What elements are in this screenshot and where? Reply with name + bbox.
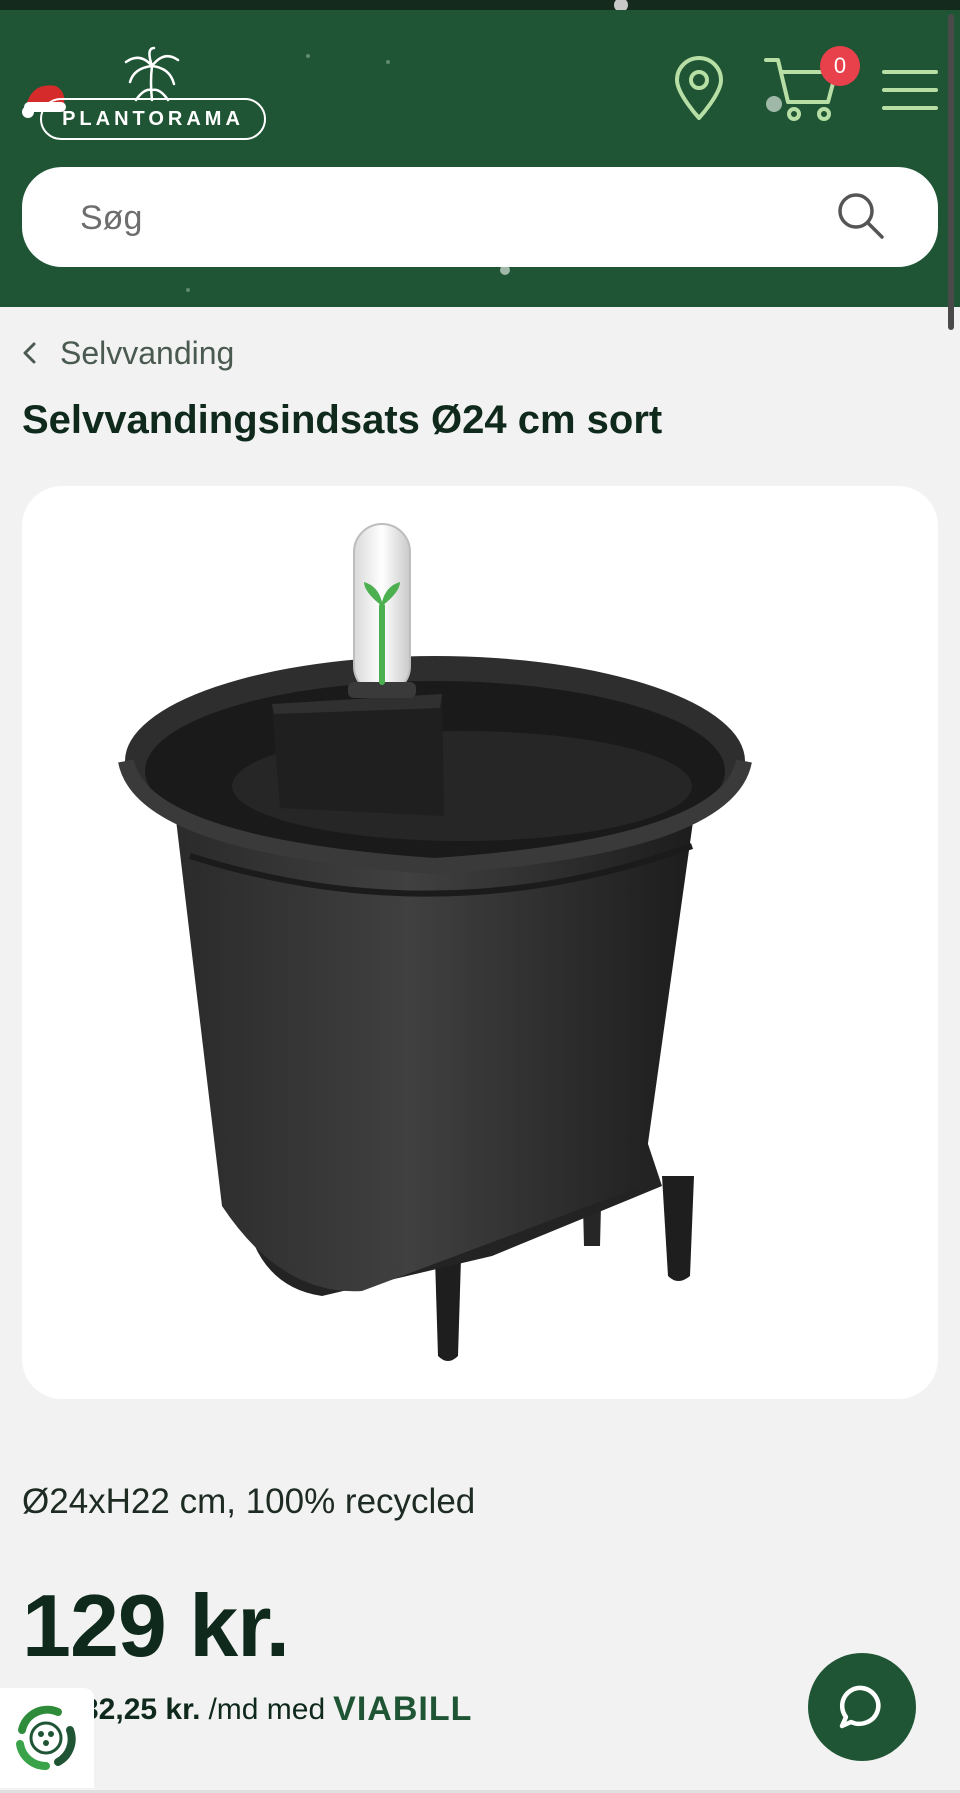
- snow-decoration: [386, 60, 390, 64]
- search-input[interactable]: [78, 191, 782, 245]
- location-pin-icon[interactable]: [673, 56, 725, 122]
- hamburger-menu-icon[interactable]: [882, 66, 938, 114]
- chevron-left-icon: [23, 342, 36, 364]
- viabill-logo: VIABILL: [333, 1690, 473, 1728]
- chat-bubble-icon: [839, 1685, 881, 1729]
- product-image[interactable]: [22, 486, 938, 1399]
- breadcrumb[interactable]: Selvvanding: [22, 330, 234, 376]
- recycle-badge-icon: [16, 1705, 76, 1771]
- product-price: 129 kr.: [22, 1576, 290, 1675]
- site-header: PLANTORAMA 0: [0, 10, 960, 307]
- snow-decoration: [186, 288, 190, 292]
- breadcrumb-label: Selvvanding: [60, 334, 235, 371]
- brand-name: PLANTORAMA: [40, 98, 266, 140]
- search-bar: [22, 167, 938, 267]
- financing-info[interactable]: 32,25 kr. /md med VIABILL: [82, 1690, 472, 1729]
- status-strip: [0, 0, 960, 12]
- snow-decoration: [306, 54, 310, 58]
- search-icon[interactable]: [836, 191, 886, 241]
- finance-text: /md med: [208, 1692, 326, 1726]
- finance-amount: 32,25 kr.: [82, 1692, 201, 1726]
- cart-count-badge: 0: [820, 46, 860, 86]
- palm-logo-icon: [124, 46, 180, 102]
- chat-button[interactable]: [808, 1653, 916, 1761]
- recycle-badge[interactable]: [0, 1688, 94, 1788]
- scrollbar[interactable]: [948, 14, 954, 330]
- product-title: Selvvandingsindsats Ø24 cm sort: [22, 398, 663, 442]
- product-subtitle: Ø24xH22 cm, 100% recycled: [22, 1482, 476, 1521]
- plantorama-logo[interactable]: PLANTORAMA: [22, 46, 272, 146]
- self-watering-pot-image: [118, 523, 752, 1361]
